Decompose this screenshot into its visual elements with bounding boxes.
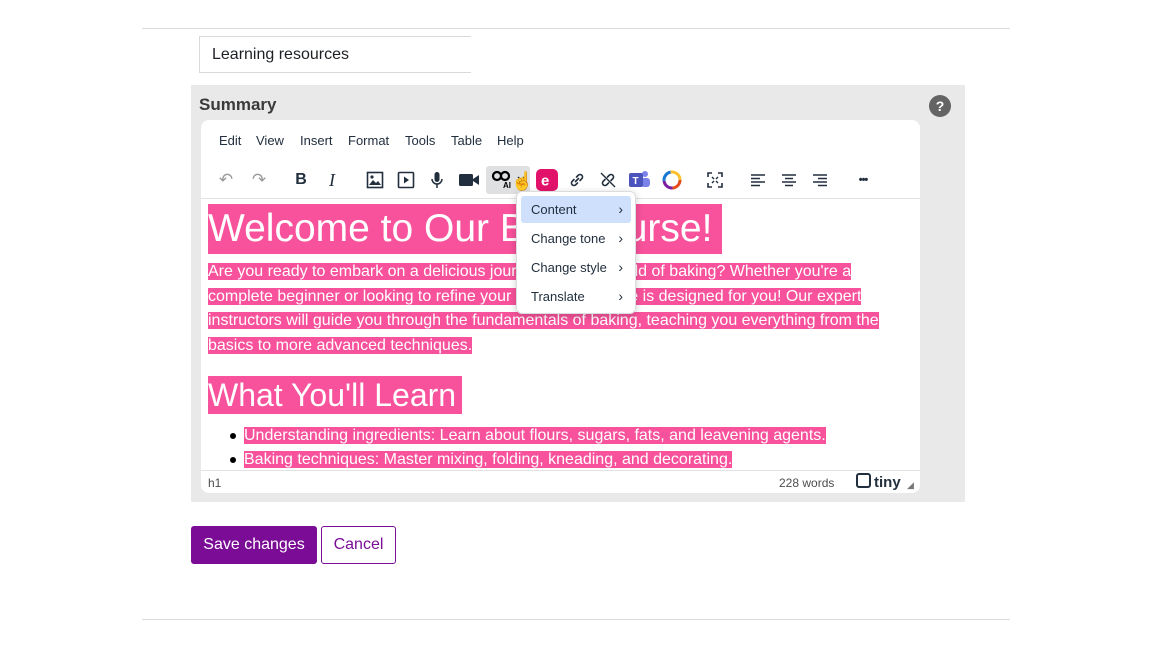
editor-menubar: Edit View Insert Format Tools Table Help — [201, 120, 920, 162]
dropdown-item-content[interactable]: Content › — [521, 196, 631, 223]
word-count[interactable]: 228 words — [779, 476, 834, 490]
editor-statusbar: h1 228 words tiny ◢ — [201, 470, 920, 493]
menu-view[interactable]: View — [256, 133, 284, 148]
more-options-icon[interactable]: ••• — [848, 166, 878, 194]
ai-dropdown-menu: Content › Change tone › Change style › Tran… — [516, 191, 636, 314]
unlink-icon[interactable] — [593, 166, 623, 194]
svg-text:AI: AI — [503, 181, 511, 190]
align-center-icon[interactable] — [774, 166, 804, 194]
teams-icon[interactable]: T — [625, 166, 655, 194]
link-icon[interactable] — [562, 166, 592, 194]
menu-format[interactable]: Format — [348, 133, 389, 148]
heading-2: What You'll Learn — [208, 376, 463, 414]
chevron-right-icon: › — [618, 230, 623, 246]
image-icon[interactable] — [360, 166, 390, 194]
dropdown-item-translate[interactable]: Translate › — [521, 283, 631, 310]
undo-icon[interactable]: ↶ — [211, 166, 241, 194]
redo-icon[interactable]: ↷ — [244, 166, 274, 194]
dropdown-item-change-tone[interactable]: Change tone › — [521, 225, 631, 252]
svg-text:e: e — [541, 173, 549, 190]
chevron-right-icon: › — [618, 259, 623, 275]
fullscreen-icon[interactable] — [700, 166, 730, 194]
top-divider — [142, 28, 1010, 29]
align-right-icon[interactable] — [805, 166, 835, 194]
chevron-right-icon: › — [618, 201, 623, 217]
help-icon[interactable]: ? — [929, 95, 951, 117]
menu-edit[interactable]: Edit — [219, 133, 241, 148]
cancel-button[interactable]: Cancel — [321, 526, 396, 564]
save-changes-button[interactable]: Save changes — [191, 526, 317, 564]
resize-handle-icon[interactable]: ◢ — [907, 480, 914, 491]
list-item: Baking techniques: Master mixing, foldin… — [230, 448, 826, 470]
media-icon[interactable] — [391, 166, 421, 194]
bottom-divider — [142, 619, 1010, 620]
svg-text:T: T — [633, 176, 639, 187]
title-input[interactable]: Learning resources — [199, 36, 471, 73]
learn-list: Understanding ingredients: Learn about f… — [230, 424, 826, 470]
tiny-logo-icon — [856, 473, 871, 488]
heading-1: Welcome to Our B Course! — [208, 204, 723, 254]
chevron-right-icon: › — [618, 288, 623, 304]
element-path[interactable]: h1 — [208, 476, 221, 490]
tiny-logo[interactable]: tiny — [856, 473, 901, 491]
pointer-cursor-icon: ☝ — [511, 171, 534, 191]
menu-help[interactable]: Help — [497, 133, 524, 148]
embed-icon[interactable]: e — [532, 166, 562, 194]
dropdown-item-change-style[interactable]: Change style › — [521, 254, 631, 281]
menu-insert[interactable]: Insert — [300, 133, 333, 148]
bold-button[interactable]: B — [286, 166, 316, 194]
italic-button[interactable]: I — [317, 166, 347, 194]
menu-table[interactable]: Table — [451, 133, 482, 148]
summary-label: Summary — [199, 95, 277, 114]
align-left-icon[interactable] — [743, 166, 773, 194]
loop-icon[interactable] — [657, 166, 687, 194]
microphone-icon[interactable] — [422, 166, 452, 194]
video-camera-icon[interactable] — [454, 166, 484, 194]
menu-tools[interactable]: Tools — [405, 133, 435, 148]
list-item: Understanding ingredients: Learn about f… — [230, 424, 826, 448]
